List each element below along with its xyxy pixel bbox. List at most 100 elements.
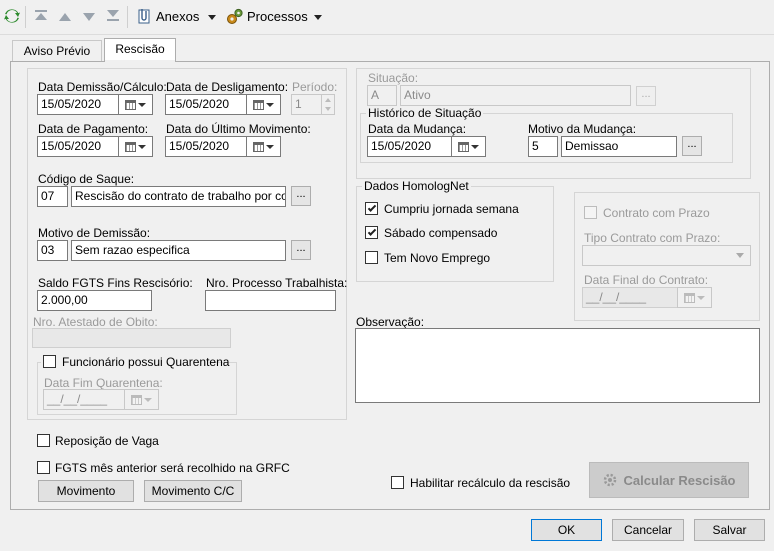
gears-icon[interactable] (226, 8, 244, 25)
periodo-spinner[interactable] (321, 94, 335, 115)
data-fim-quarentena-field[interactable]: __/__/____ (43, 389, 125, 410)
reposicao-vaga-label: Reposição de Vaga (55, 434, 159, 448)
cumpriu-jornada-label: Cumpriu jornada semana (384, 202, 519, 216)
tab-rescisao[interactable]: Rescisão (104, 38, 176, 62)
tem-novo-emprego-checkbox[interactable] (365, 251, 378, 264)
situacao-label: Situação: (368, 71, 419, 85)
calcular-rescisao-button[interactable]: Calcular Rescisão (589, 462, 749, 498)
cancelar-button[interactable]: Cancelar (612, 519, 684, 541)
habilitar-recalculo-checkbox[interactable] (391, 476, 404, 489)
motivo-demissao-code-field[interactable]: 03 (37, 240, 68, 261)
situacao-code-field[interactable]: A (367, 85, 397, 106)
first-record-icon[interactable] (34, 10, 48, 22)
sabado-compensado-label: Sábado compensado (384, 226, 498, 240)
homolognet-legend: Dados HomologNet (362, 179, 471, 193)
calcular-rescisao-label: Calcular Rescisão (623, 472, 736, 488)
data-ultimo-movimento-field[interactable]: 15/05/2020 (165, 136, 247, 157)
quarentena-label: Funcionário possui Quarentena (62, 355, 230, 369)
data-desligamento-calendar-button[interactable] (246, 94, 281, 115)
data-fim-quarentena-label: Data Fim Quarentena: (44, 376, 163, 390)
calendar-icon (125, 141, 136, 152)
data-desligamento-field[interactable]: 15/05/2020 (165, 94, 247, 115)
data-demissao-calendar-button[interactable] (118, 94, 153, 115)
periodo-field[interactable]: 1 (291, 94, 322, 115)
nro-atestado-field[interactable] (32, 328, 231, 348)
contrato-prazo-checkbox[interactable] (584, 206, 597, 219)
toolbar: Anexos Processos (0, 0, 774, 34)
reposicao-vaga-checkbox[interactable] (37, 434, 50, 447)
fgts-mes-anterior-label: FGTS mês anterior será recolhido na GRFC (55, 461, 290, 475)
data-ultimo-movimento-label: Data do Último Movimento: (166, 122, 311, 136)
data-mudanca-calendar-button[interactable] (451, 136, 486, 157)
data-final-contrato-label: Data Final do Contrato: (584, 273, 709, 287)
motivo-mudanca-code-field[interactable]: 5 (528, 136, 558, 157)
data-demissao-label: Data Demissão/Cálculo: (38, 80, 167, 94)
data-demissao-field[interactable]: 15/05/2020 (37, 94, 119, 115)
data-pagamento-calendar-button[interactable] (118, 136, 153, 157)
calendar-icon (131, 394, 142, 405)
processos-menu[interactable]: Processos (247, 9, 308, 24)
cumpriu-jornada-checkbox[interactable] (365, 202, 378, 215)
salvar-button[interactable]: Salvar (694, 519, 765, 541)
calendar-icon (125, 99, 136, 110)
observacao-textarea[interactable] (355, 328, 760, 403)
quarentena-checkbox[interactable] (43, 355, 56, 368)
anexos-dropdown-caret[interactable] (208, 15, 216, 20)
nro-processo-field[interactable] (205, 290, 336, 311)
motivo-demissao-desc-field[interactable]: Sem razao especifica (71, 240, 286, 261)
motivo-demissao-lookup-button[interactable]: ... (291, 240, 311, 260)
refresh-icon[interactable] (4, 8, 20, 24)
codigo-saque-label: Código de Saque: (38, 172, 135, 186)
data-fim-quarentena-calendar-button[interactable] (124, 389, 159, 410)
processos-dropdown-caret[interactable] (314, 15, 322, 20)
calendar-icon (684, 292, 695, 303)
contrato-prazo-label: Contrato com Prazo (603, 206, 710, 220)
motivo-mudanca-lookup-button[interactable]: ... (682, 136, 702, 156)
attachment-icon[interactable] (136, 8, 152, 25)
data-mudanca-label: Data da Mudança: (368, 122, 467, 136)
previous-record-icon[interactable] (58, 11, 72, 21)
tab-label: Aviso Prévio (23, 44, 91, 58)
movimento-cc-button[interactable]: Movimento C/C (144, 480, 242, 502)
nro-atestado-label: Nro. Atestado de Obito: (33, 315, 158, 329)
data-pagamento-field[interactable]: 15/05/2020 (37, 136, 119, 157)
codigo-saque-lookup-button[interactable]: ... (291, 186, 311, 206)
sabado-compensado-checkbox[interactable] (365, 226, 378, 239)
next-record-icon[interactable] (82, 11, 96, 21)
periodo-label: Período: (292, 80, 338, 94)
data-pagamento-label: Data de Pagamento: (38, 122, 149, 136)
situacao-desc-field[interactable]: Ativo (400, 85, 631, 106)
codigo-saque-desc-field[interactable]: Rescisão do contrato de trabalho por com… (71, 186, 286, 207)
movimento-button[interactable]: Movimento (38, 480, 134, 502)
gear-icon (602, 472, 618, 488)
data-desligamento-label: Data de Desligamento: (166, 80, 289, 94)
last-record-icon[interactable] (106, 10, 120, 22)
motivo-mudanca-label: Motivo da Mudança: (528, 122, 637, 136)
ok-button[interactable]: OK (531, 519, 602, 541)
calendar-icon (458, 141, 469, 152)
saldo-fgts-label: Saldo FGTS Fins Rescisório: (38, 276, 193, 290)
data-final-contrato-field[interactable]: __/__/____ (582, 287, 678, 308)
tipo-contrato-label: Tipo Contrato com Prazo: (584, 231, 721, 245)
situacao-lookup-button[interactable]: ... (636, 86, 656, 106)
codigo-saque-code-field[interactable]: 07 (37, 186, 68, 207)
data-ultimo-movimento-calendar-button[interactable] (246, 136, 281, 157)
calendar-icon (253, 141, 264, 152)
calendar-icon (253, 99, 264, 110)
data-mudanca-field[interactable]: 15/05/2020 (367, 136, 452, 157)
fgts-mes-anterior-checkbox[interactable] (37, 461, 50, 474)
chevron-down-icon (736, 253, 744, 258)
anexos-menu[interactable]: Anexos (156, 9, 199, 24)
tab-aviso-previo[interactable]: Aviso Prévio (12, 40, 102, 62)
nro-processo-label: Nro. Processo Trabalhista: (206, 276, 348, 290)
saldo-fgts-field[interactable]: 2.000,00 (37, 290, 152, 311)
motivo-mudanca-desc-field[interactable]: Demissao (561, 136, 677, 157)
tem-novo-emprego-label: Tem Novo Emprego (384, 251, 491, 265)
data-final-contrato-calendar-button[interactable] (677, 287, 712, 308)
motivo-demissao-label: Motivo de Demissão: (38, 226, 151, 240)
observacao-label: Observação: (356, 315, 425, 329)
tab-label: Rescisão (115, 42, 165, 56)
tipo-contrato-select[interactable] (582, 245, 751, 266)
historico-situacao-legend: Histórico de Situação (366, 106, 484, 120)
habilitar-recalculo-label: Habilitar recálculo da rescisão (410, 476, 571, 490)
